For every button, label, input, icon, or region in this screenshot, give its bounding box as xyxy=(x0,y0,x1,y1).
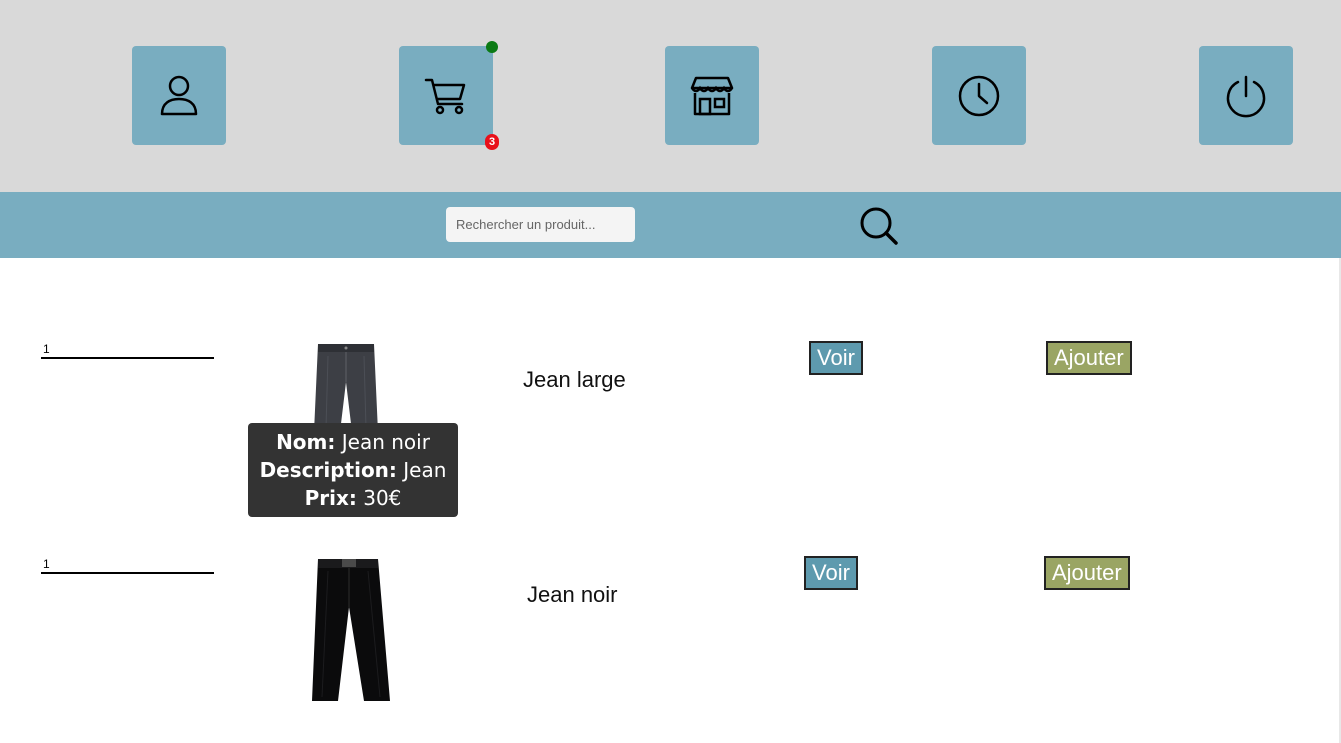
search-bar xyxy=(0,192,1341,258)
tooltip-description-line: Description: Jean xyxy=(259,458,447,482)
add-to-cart-button[interactable]: Ajouter xyxy=(1046,341,1132,375)
store-icon xyxy=(690,76,734,115)
online-status-dot xyxy=(486,41,498,53)
shop-button[interactable] xyxy=(665,46,759,145)
jeans-image xyxy=(314,344,378,432)
top-navigation: 3 xyxy=(0,0,1341,192)
quantity-input[interactable] xyxy=(41,555,214,574)
view-button[interactable]: Voir xyxy=(804,556,858,590)
jeans-image xyxy=(312,559,390,701)
search-input[interactable] xyxy=(446,207,635,242)
product-image-jean-noir[interactable] xyxy=(308,557,392,710)
profile-button[interactable] xyxy=(132,46,226,145)
clock-icon xyxy=(958,75,1000,116)
tooltip-price-line: Prix: 30€ xyxy=(304,486,402,510)
quantity-input[interactable] xyxy=(41,340,214,359)
product-name: Jean large xyxy=(523,367,626,392)
search-icon xyxy=(860,207,898,245)
product-name: Jean noir xyxy=(527,582,618,607)
add-to-cart-button[interactable]: Ajouter xyxy=(1044,556,1130,590)
cart-button[interactable]: 3 xyxy=(399,41,499,150)
power-icon xyxy=(1226,75,1266,117)
history-button[interactable] xyxy=(932,46,1026,145)
user-icon xyxy=(160,75,198,115)
logout-button[interactable] xyxy=(1199,46,1293,145)
product-tooltip: Nom: Jean noir Description: Jean Prix: 3… xyxy=(248,423,458,517)
search-button[interactable] xyxy=(859,206,899,246)
cart-icon xyxy=(424,78,466,114)
cart-count-badge: 3 xyxy=(485,134,499,150)
tooltip-name-line: Nom: Jean noir xyxy=(276,430,430,454)
view-button[interactable]: Voir xyxy=(809,341,863,375)
